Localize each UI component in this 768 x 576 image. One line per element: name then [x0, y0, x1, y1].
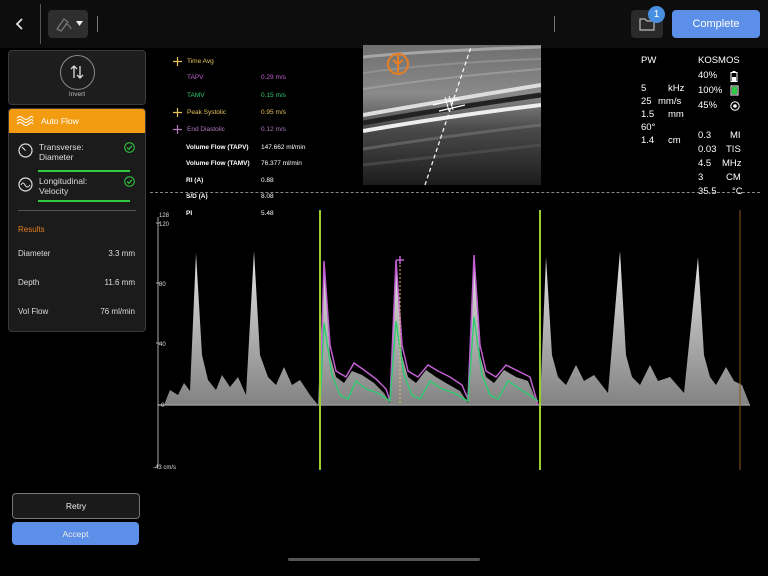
- indicator-value: 45%: [698, 100, 718, 111]
- option-transverse-diameter[interactable]: Transverse: Diameter: [9, 139, 145, 173]
- indicator-value: 40%: [698, 70, 718, 81]
- progress-bar: [38, 200, 130, 202]
- chevron-left-icon: [15, 18, 23, 30]
- flow-wave-icon: [16, 116, 34, 126]
- crosshair-yellow-icon: [173, 57, 182, 66]
- battery-icon: [730, 71, 738, 82]
- gauge-icon: [18, 143, 33, 158]
- param-unit: CM: [726, 172, 741, 183]
- divider: [554, 16, 555, 32]
- time-avg-label: Time Avg: [187, 58, 214, 65]
- param-unit: kHz: [668, 83, 685, 94]
- volume-flow-tamv-value: 76.377 ml/min: [261, 160, 302, 167]
- check-circle-icon: [124, 142, 135, 153]
- scale-top: 128: [159, 213, 170, 219]
- end-diastolic-value: 0.12 m/s: [261, 126, 286, 133]
- ri-value: 0.88: [261, 177, 274, 184]
- end-diastolic-label: End Diastolic: [187, 126, 225, 133]
- param-value: 4.5: [698, 158, 712, 169]
- tick-label-40: 40: [159, 342, 166, 348]
- param-value: 3: [698, 172, 704, 183]
- tick-label-0: 0: [161, 403, 165, 409]
- invert-button[interactable]: Invert: [8, 50, 146, 105]
- accept-button[interactable]: Accept: [12, 522, 139, 545]
- param-value: 60°: [641, 122, 656, 133]
- param-unit: TIS: [726, 144, 741, 155]
- result-label-vol-flow: Vol Flow: [18, 307, 49, 316]
- notification-badge: 1: [648, 6, 665, 23]
- result-label-diameter: Diameter: [18, 249, 51, 258]
- auto-flow-header[interactable]: Auto Flow: [9, 109, 145, 133]
- param-unit: MI: [730, 130, 741, 141]
- tick-label-120: 120: [159, 222, 170, 228]
- progress-bar: [38, 170, 130, 172]
- divider: [97, 16, 98, 32]
- volume-flow-tamv-label: Volume Flow (TAMV): [186, 160, 250, 167]
- param-value: 5: [641, 83, 647, 94]
- sweep-top-line: [150, 192, 760, 195]
- result-value-diameter: 3.3 mm: [108, 249, 135, 258]
- peak-systolic-value: 0.95 m/s: [261, 109, 286, 116]
- param-unit: mm: [668, 109, 684, 120]
- result-label-depth: Depth: [18, 278, 40, 287]
- param-value: 25: [641, 96, 652, 107]
- result-value-depth: 11.6 mm: [104, 278, 135, 287]
- probe-icon: [56, 18, 72, 32]
- volume-flow-tapv-value: 147.662 ml/min: [261, 144, 306, 151]
- peak-systolic-label: Peak Systolic: [187, 109, 227, 116]
- caret-down-icon: [76, 21, 83, 26]
- check-circle-icon: [124, 176, 135, 187]
- ri-label: RI (A): [186, 177, 204, 184]
- home-indicator[interactable]: [288, 558, 480, 561]
- orientation-marker-icon: [387, 53, 409, 75]
- indicator-value: 100%: [698, 85, 723, 96]
- volume-flow-tapv-label: Volume Flow (TAPV): [186, 144, 249, 151]
- option-longitudinal-velocity[interactable]: Longitudinal: Velocity: [9, 173, 145, 207]
- mode-label: PW: [641, 55, 657, 66]
- option-label: Transverse: Diameter: [39, 142, 84, 162]
- crosshair-purple-icon: [173, 125, 182, 134]
- tapv-label: TAPV: [187, 74, 204, 81]
- back-button[interactable]: [0, 4, 40, 44]
- result-value-vol-flow: 76 ml/min: [100, 307, 135, 316]
- param-value: 1.5: [641, 109, 655, 120]
- divider: [40, 4, 41, 44]
- measurements-panel: Time Avg TAPV 0.29 m/s TAMV 0.15 m/s Pea…: [173, 56, 353, 226]
- param-unit: MHz: [722, 158, 742, 169]
- scale-bottom: -43 cm/s: [153, 465, 176, 471]
- safety-params: 0.3 0.03 4.5 3 35.5 MI TIS MHz CM °C: [698, 130, 764, 200]
- invert-label: Invert: [68, 91, 86, 98]
- param-value: 0.3: [698, 130, 712, 141]
- param-value: 0.03: [698, 144, 717, 155]
- tamv-value: 0.15 m/s: [261, 92, 286, 99]
- peak-crosshair: [396, 256, 404, 264]
- tamv-label: TAMV: [187, 92, 205, 99]
- crosshair-yellow-icon: [173, 108, 182, 117]
- param-unit: cm: [668, 135, 681, 146]
- device-name: KOSMOS: [698, 55, 740, 66]
- invert-icon: [60, 55, 95, 90]
- retry-button[interactable]: Retry: [12, 493, 140, 519]
- probe-battery-icon: [730, 85, 739, 96]
- auto-flow-title: Auto Flow: [41, 116, 79, 126]
- results-title: Results: [18, 225, 45, 234]
- param-value: 1.4: [641, 135, 655, 146]
- auto-flow-panel: Auto Flow Transverse: Diameter Longitudi…: [8, 108, 146, 332]
- option-label: Longitudinal: Velocity: [39, 176, 88, 196]
- temperature-dot-icon: [730, 101, 740, 111]
- complete-button[interactable]: Complete: [672, 10, 760, 38]
- tick-label-80: 80: [159, 282, 166, 288]
- tapv-value: 0.29 m/s: [261, 74, 286, 81]
- divider: [18, 210, 136, 211]
- velocity-wave-icon: [18, 177, 33, 192]
- pw-params: 5 25 1.5 60° 1.4 kHz mm/s mm cm: [641, 83, 689, 153]
- doppler-spectrum[interactable]: 128 120 80 40 0 -43 cm/s: [150, 205, 760, 475]
- param-unit: mm/s: [658, 96, 682, 107]
- tool-dropdown-button[interactable]: [48, 10, 88, 38]
